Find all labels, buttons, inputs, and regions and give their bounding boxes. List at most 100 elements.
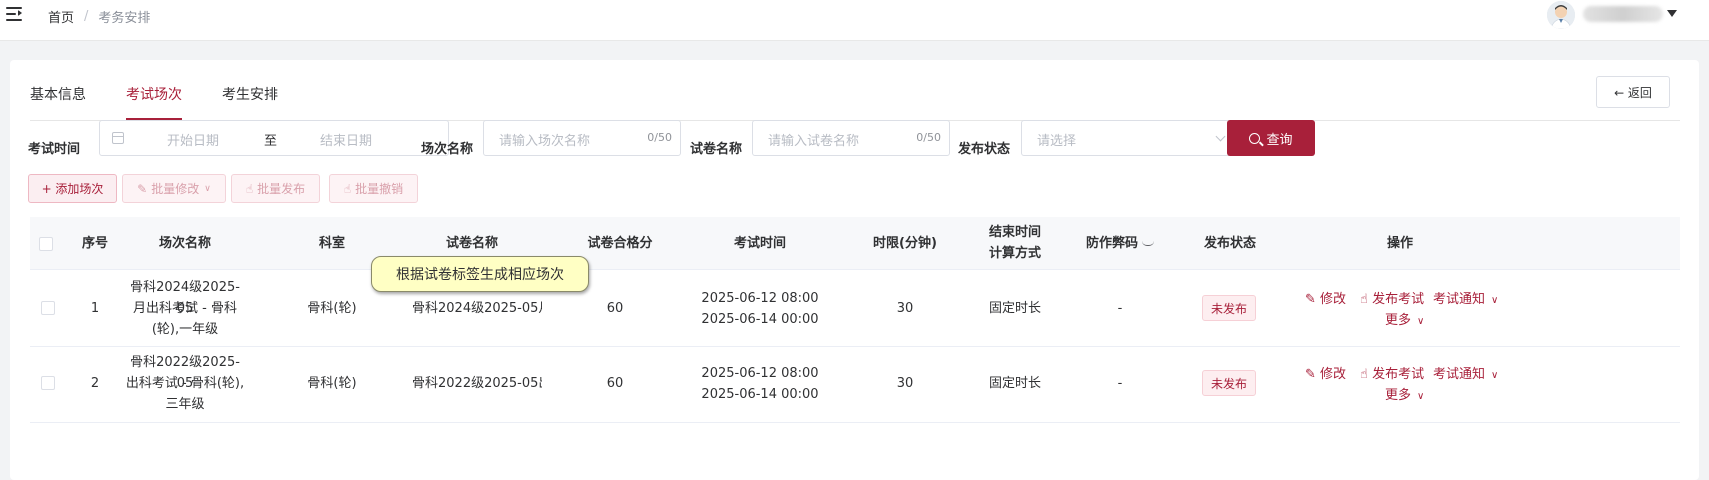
row-checkbox[interactable]: [41, 376, 55, 390]
tab-basic-info[interactable]: 基本信息: [30, 86, 86, 120]
search-icon: [1249, 132, 1261, 144]
main-card: 基本信息 考试场次 考生安排 ← 返回 考试时间 开始日期 至 结束日期 场次名…: [10, 60, 1699, 480]
user-dropdown-caret-icon[interactable]: [1667, 10, 1677, 17]
col-pass-score: 试卷合格分: [587, 236, 653, 251]
status-badge: 未发布: [1202, 295, 1256, 321]
more-action-label: 更多: [1385, 388, 1412, 403]
table-header: 序号 场次名称 科室 试卷名称 试卷合格分 考试时间 时限(分钟) 结束时间 计…: [30, 217, 1680, 270]
col-exam-time: 考试时间: [733, 236, 786, 251]
more-action[interactable]: 更多 ∨: [1385, 309, 1424, 328]
table-row: 1 骨科2024级2025-05 月出科考试 - 骨科 (轮),一年级 骨科(轮…: [30, 271, 1680, 347]
batch-edit-label: 批量修改: [151, 182, 200, 196]
row-end-calc: 固定时长: [988, 301, 1041, 316]
row-department: 骨科(轮): [307, 301, 357, 316]
hand-point-icon: ☝: [245, 181, 254, 196]
publish-status-label: 发布状态: [958, 142, 1011, 157]
row-exam-start: 2025-06-12 08:00: [701, 366, 819, 381]
edit-icon: ✎: [1305, 367, 1321, 382]
edit-icon: ✎: [137, 181, 148, 196]
edit-action-label: 修改: [1320, 292, 1347, 307]
select-all-checkbox[interactable]: [39, 237, 53, 251]
chevron-down-icon: ∨: [204, 183, 211, 194]
paper-name-input[interactable]: 请输入试卷名称 0/50: [752, 120, 950, 156]
col-anticheat-label: 防作弊码: [1085, 236, 1138, 251]
row-end-calc: 固定时长: [988, 376, 1041, 391]
row-index: 2: [90, 376, 100, 391]
chevron-down-icon: ∨: [1491, 295, 1499, 306]
session-name-input[interactable]: 请输入场次名称 0/50: [483, 120, 681, 156]
tooltip: 根据试卷标签生成相应场次: [371, 256, 589, 292]
row-exam-start: 2025-06-12 08:00: [701, 291, 819, 306]
eye-closed-icon[interactable]: [1142, 241, 1154, 246]
exam-notice-action[interactable]: 考试通知 ∨: [1433, 288, 1498, 307]
col-end-calc-line1: 结束时间: [988, 225, 1041, 240]
publish-exam-action[interactable]: ☝ 发布考试: [1360, 363, 1424, 382]
row-anticheat: -: [1117, 376, 1123, 391]
batch-edit-button[interactable]: ✎ 批量修改 ∨: [122, 174, 226, 203]
paper-name-label: 试卷名称: [690, 142, 743, 157]
col-operations: 操作: [1386, 236, 1413, 251]
add-session-button[interactable]: + 添加场次: [28, 174, 117, 203]
session-name-counter: 0/50: [647, 131, 672, 144]
row-pass-score: 60: [606, 376, 624, 391]
date-range-picker[interactable]: 开始日期 至 结束日期: [99, 120, 449, 156]
tab-candidate-arrangement[interactable]: 考生安排: [222, 86, 278, 120]
calendar-icon: [112, 132, 124, 144]
more-action[interactable]: 更多 ∨: [1385, 384, 1424, 403]
tab-exam-sessions[interactable]: 考试场次: [126, 86, 182, 120]
publish-exam-action[interactable]: ☝ 发布考试: [1360, 288, 1424, 307]
paper-name-placeholder: 请输入试卷名称: [768, 134, 860, 149]
edit-action[interactable]: ✎ 修改: [1305, 363, 1346, 382]
row-exam-end: 2025-06-14 00:00: [701, 387, 819, 402]
hand-point-icon: ☝: [1360, 292, 1373, 307]
exam-notice-action[interactable]: 考试通知 ∨: [1433, 363, 1498, 382]
edit-icon: ✎: [1305, 292, 1321, 307]
back-button[interactable]: ← 返回: [1596, 76, 1670, 108]
row-checkbox[interactable]: [41, 301, 55, 315]
col-index: 序号: [81, 236, 108, 251]
date-range-separator: 至: [264, 134, 278, 149]
row-pass-score: 60: [606, 301, 624, 316]
top-bar: 首页 / 考务安排: [0, 0, 1709, 41]
avatar[interactable]: [1547, 1, 1575, 29]
row-department: 骨科(轮): [307, 376, 357, 391]
col-session-name: 场次名称: [158, 236, 211, 251]
row-paper-name: 骨科2022级2025-05出l: [412, 376, 542, 391]
paper-name-counter: 0/50: [916, 131, 941, 144]
col-end-calc-line2: 计算方式: [988, 246, 1041, 261]
row-index: 1: [90, 301, 100, 316]
breadcrumb-home[interactable]: 首页: [48, 7, 74, 26]
batch-revoke-button[interactable]: ☝ 批量撤销: [329, 174, 418, 203]
col-publish-status: 发布状态: [1203, 236, 1256, 251]
table-row: 2 骨科2022级2025-05 出科考试 - 骨科(轮), 三年级 骨科(轮)…: [30, 347, 1680, 423]
exam-notice-label: 考试通知: [1433, 367, 1486, 382]
query-button[interactable]: 查询: [1227, 120, 1315, 156]
edit-action-label: 修改: [1320, 367, 1347, 382]
chevron-down-icon: ∨: [1417, 316, 1425, 327]
row-anticheat: -: [1117, 301, 1123, 316]
publish-exam-label: 发布考试: [1372, 367, 1425, 382]
username-blurred: [1583, 6, 1663, 22]
batch-revoke-label: 批量撤销: [355, 182, 404, 196]
row-time-limit: 30: [896, 376, 914, 391]
exam-time-label: 考试时间: [28, 142, 81, 157]
col-department: 科室: [318, 236, 345, 251]
breadcrumb: 首页 / 考务安排: [48, 7, 150, 26]
hand-point-icon: ☝: [1360, 367, 1373, 382]
edit-action[interactable]: ✎ 修改: [1305, 288, 1346, 307]
batch-publish-label: 批量发布: [257, 182, 306, 196]
row-session-line2: 月出科考试 - 骨科: [133, 301, 237, 316]
breadcrumb-current: 考务安排: [98, 11, 151, 26]
tab-bar: 基本信息 考试场次 考生安排: [30, 86, 318, 120]
breadcrumb-separator: /: [84, 9, 89, 24]
more-action-label: 更多: [1385, 313, 1412, 328]
row-session-line2: 出科考试 - 骨科(轮),: [125, 376, 245, 391]
row-exam-end: 2025-06-14 00:00: [701, 312, 819, 327]
status-badge: 未发布: [1202, 370, 1256, 396]
hand-point-icon: ☝: [343, 181, 352, 196]
batch-publish-button[interactable]: ☝ 批量发布: [231, 174, 320, 203]
menu-toggle-icon[interactable]: [6, 6, 24, 22]
chevron-down-icon: ∨: [1417, 391, 1425, 402]
col-anticheat: 防作弊码: [1065, 233, 1175, 254]
publish-status-select[interactable]: 请选择: [1021, 120, 1237, 156]
